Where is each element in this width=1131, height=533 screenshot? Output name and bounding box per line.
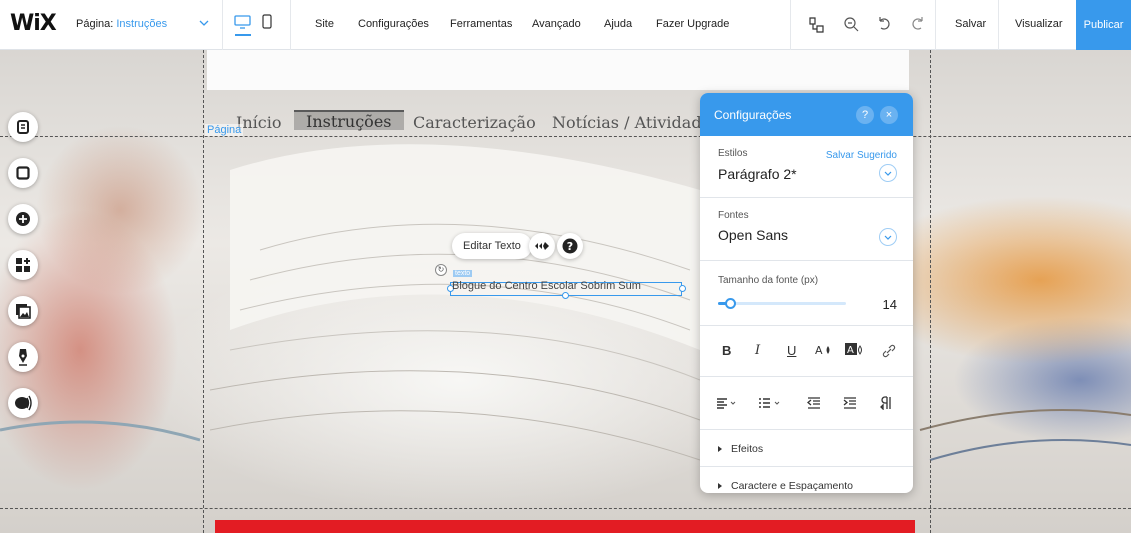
desktop-icon[interactable] — [234, 14, 251, 30]
font-size-label: Tamanho da fonte (px) — [718, 275, 819, 286]
background-icon[interactable] — [8, 158, 38, 188]
page-selector[interactable]: Página: Instruções — [76, 18, 167, 30]
menu-site[interactable]: Site — [315, 18, 334, 30]
site-nav-instrucoes[interactable]: Instruções — [294, 110, 404, 131]
panel-close-button[interactable]: × — [880, 106, 898, 124]
panel-header: Configurações ? × — [700, 93, 913, 136]
menu-ajuda[interactable]: Ajuda — [604, 18, 632, 30]
caret-right-icon — [718, 483, 722, 489]
char-spacing-label: Caractere e Espaçamento — [731, 480, 853, 492]
element-type-label: texto — [453, 270, 473, 277]
page-guide-right — [930, 50, 931, 533]
align-left-icon[interactable] — [716, 397, 738, 409]
divider — [290, 0, 291, 50]
panel-title: Configurações — [714, 107, 792, 122]
text-color-icon[interactable]: A — [815, 343, 833, 357]
redo-icon[interactable] — [910, 15, 926, 33]
panel-help-button[interactable]: ? — [856, 106, 874, 124]
page-selector-value: Instruções — [116, 18, 168, 30]
effects-expander[interactable]: Efeitos — [718, 443, 763, 455]
fonts-value[interactable]: Open Sans — [718, 227, 788, 243]
header-guide — [0, 136, 1131, 137]
styles-section: Estilos Salvar Sugerido Parágrafo 2* — [700, 136, 913, 198]
footer-guide — [0, 508, 1131, 509]
fonts-label: Fontes — [718, 210, 749, 221]
effects-label: Efeitos — [731, 443, 764, 455]
page-guide-left — [203, 50, 204, 533]
font-size-slider-knob[interactable] — [724, 298, 736, 309]
save-button[interactable]: Salvar — [955, 18, 986, 30]
edit-text-button[interactable]: Editar Texto — [452, 233, 532, 259]
divider — [700, 429, 913, 430]
divider — [998, 0, 999, 50]
help-icon[interactable]: ? — [557, 233, 583, 259]
header-strip — [207, 50, 909, 90]
mobile-icon[interactable] — [262, 14, 272, 30]
wix-logo[interactable]: WiX — [10, 11, 57, 36]
link-icon[interactable] — [882, 344, 896, 358]
svg-text:?: ? — [567, 240, 573, 253]
chevron-down-icon[interactable] — [197, 16, 211, 30]
menu-ferramentas[interactable]: Ferramentas — [450, 18, 512, 30]
blog-icon[interactable] — [8, 388, 38, 418]
font-size-value[interactable]: 14 — [883, 297, 897, 312]
increase-indent-icon[interactable] — [843, 397, 857, 409]
decrease-indent-icon[interactable] — [807, 397, 821, 409]
rotate-icon[interactable]: ↻ — [435, 264, 447, 276]
resize-handle-right[interactable] — [679, 285, 686, 292]
undo-icon[interactable] — [876, 15, 892, 33]
zoom-icon[interactable] — [842, 15, 860, 33]
animation-icon[interactable] — [529, 233, 555, 259]
top-bar: WiX Página: Instruções Site Configuraçõe… — [0, 0, 1131, 50]
divider — [700, 376, 913, 377]
layers-icon[interactable] — [806, 15, 826, 35]
page-selector-prefix: Página: — [76, 18, 114, 30]
site-nav-caracterizacao[interactable]: Caracterização — [413, 113, 536, 132]
font-size-slider[interactable] — [718, 298, 846, 309]
media-icon[interactable] — [8, 296, 38, 326]
editor-canvas[interactable]: Início Instruções Caracterização Notícia… — [0, 50, 1131, 533]
resize-handle-bottom[interactable] — [562, 292, 569, 299]
save-suggested-link[interactable]: Salvar Sugerido — [826, 150, 897, 161]
chevron-down-icon[interactable] — [879, 164, 897, 182]
menu-avancado[interactable]: Avançado — [532, 18, 581, 30]
divider — [790, 0, 791, 50]
chevron-down-icon[interactable] — [879, 228, 897, 246]
menus-pages-icon[interactable] — [8, 112, 38, 142]
selected-text-element[interactable]: Blogue do Centro Escolar Sobrim Sum — [452, 280, 641, 292]
svg-text:A: A — [847, 345, 854, 356]
bold-button[interactable]: B — [722, 343, 731, 358]
site-nav-noticias[interactable]: Notícias / Atividades — [552, 113, 719, 132]
text-direction-icon[interactable] — [880, 396, 892, 410]
desktop-active-indicator — [235, 34, 251, 36]
divider — [935, 0, 936, 50]
pen-icon[interactable] — [8, 342, 38, 372]
highlight-color-icon[interactable]: A — [845, 342, 865, 358]
text-settings-panel: Configurações ? × Estilos Salvar Sugerid… — [700, 93, 913, 493]
divider — [700, 325, 913, 326]
styles-value[interactable]: Parágrafo 2* — [718, 166, 797, 182]
divider — [700, 466, 913, 467]
svg-text:A: A — [815, 344, 823, 357]
underline-button[interactable]: U — [787, 343, 796, 358]
menu-upgrade[interactable]: Fazer Upgrade — [656, 18, 729, 30]
add-icon[interactable] — [8, 204, 38, 234]
preview-button[interactable]: Visualizar — [1015, 18, 1063, 30]
divider — [222, 0, 223, 50]
italic-button[interactable]: I — [755, 343, 760, 358]
list-icon[interactable] — [758, 397, 782, 409]
menu-configuracoes[interactable]: Configurações — [358, 18, 429, 30]
footer-red-band — [215, 520, 915, 533]
styles-label: Estilos — [718, 148, 748, 159]
caret-right-icon — [718, 446, 722, 452]
app-market-icon[interactable] — [8, 250, 38, 280]
char-spacing-expander[interactable]: Caractere e Espaçamento — [718, 480, 853, 492]
page-section-tag: Página — [205, 124, 244, 136]
fonts-section: Fontes Open Sans — [700, 198, 913, 261]
publish-button[interactable]: Publicar — [1076, 0, 1131, 50]
